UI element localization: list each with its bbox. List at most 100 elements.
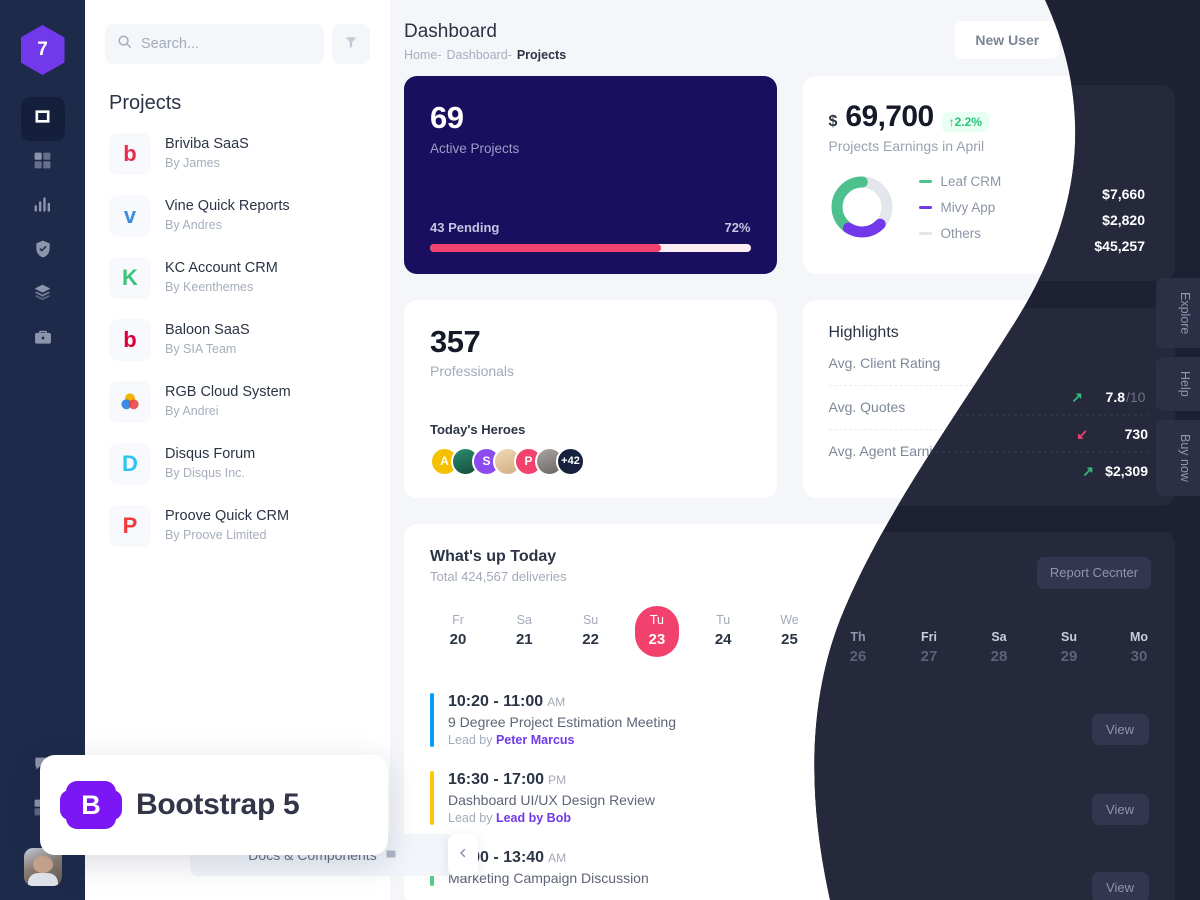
highlight-value-group: ↗ $2,309 [1087, 443, 1149, 460]
external-link-icon [385, 847, 397, 863]
active-projects-card: 69 Active Projects 43 Pending 72% [404, 75, 777, 274]
sidebar-item-analytics[interactable] [21, 185, 65, 229]
list-item[interactable]: D Disqus Forum By Disqus Inc. [105, 433, 370, 495]
new-goal-button[interactable]: New Goal [1067, 20, 1175, 60]
day-item[interactable]: Mo 30 [1099, 606, 1143, 657]
project-name: Baloon SaaS [165, 321, 250, 338]
day-item[interactable]: Sa 21 [502, 606, 546, 657]
day-item[interactable]: Su 22 [569, 606, 613, 657]
event-lead: Lead by Peter Marcus [448, 733, 676, 747]
professionals-card: 357 Professionals Today's Heroes A S P +… [404, 299, 777, 498]
right-column: $ 69,700 ↑2.2% Projects Earnings in Apri… [802, 75, 1175, 498]
project-author: By SIA Team [165, 342, 237, 357]
tab-explore[interactable]: Explore [1156, 278, 1200, 349]
view-button[interactable]: View [1085, 703, 1149, 737]
day-item-active[interactable]: Tu 23 [634, 605, 679, 657]
tab-help[interactable]: Help [1156, 357, 1200, 412]
legend-value: $2,820 [1107, 199, 1149, 215]
app-logo[interactable]: 7 [20, 25, 65, 75]
highlights-card: Highlights Avg. Client Rating ↗ 7.8/10 A… [802, 299, 1175, 498]
list-item[interactable]: P Proove Quick CRM By Proove Limited [105, 495, 370, 557]
list-item[interactable]: b Briviba SaaS By James [105, 123, 370, 185]
day-weekday: Th [848, 612, 864, 627]
briefcase-icon [33, 327, 53, 352]
list-item[interactable]: v Vine Quick Reports By Andres [105, 185, 370, 247]
sidebar-item-layers[interactable] [21, 273, 65, 317]
day-number: 24 [714, 630, 732, 648]
list-item[interactable]: b Baloon SaaS By SIA Team [105, 309, 370, 371]
layers-icon [32, 282, 53, 308]
day-number: 29 [1046, 630, 1064, 648]
legend-label: Others [940, 225, 982, 241]
list-item[interactable]: RGB Cloud System By Andrei [105, 371, 370, 433]
day-item[interactable]: Th 26 [834, 606, 878, 657]
legend-item: Mivy App [918, 200, 1077, 215]
report-center-button[interactable]: Report Cecnter [1028, 547, 1149, 583]
project-logo-icon: P [109, 505, 151, 547]
new-user-button[interactable]: New User [955, 21, 1060, 59]
breadcrumb-item[interactable]: Home- [404, 48, 442, 62]
legend-label: Leaf CRM [940, 173, 1002, 189]
breadcrumb-item[interactable]: Dashboard- [447, 48, 512, 62]
left-column: 69 Active Projects 43 Pending 72% 357 Pr… [404, 75, 777, 498]
sidebar-item-security[interactable] [21, 229, 65, 273]
bootstrap-logo-icon: B [60, 781, 122, 829]
progress-percent: 72% [724, 219, 751, 235]
day-item[interactable]: Su 29 [1033, 606, 1077, 657]
top-actions: New User New Goal [955, 20, 1175, 60]
breadcrumb: Home- Dashboard- Projects [404, 48, 566, 62]
event-lead-prefix: Lead by [448, 810, 496, 825]
list-item[interactable]: K KC Account CRM By Keenthemes [105, 247, 370, 309]
professionals-label: Professionals [430, 362, 515, 379]
day-number: 28 [980, 630, 997, 648]
legend-item: Leaf CRM [918, 173, 1077, 189]
arrow-up-icon: ↗ [1087, 442, 1100, 459]
day-item[interactable]: Fri 27 [900, 606, 944, 657]
project-author: By Proove Limited [165, 528, 267, 543]
day-item[interactable]: Tu 24 [701, 606, 745, 657]
sidebar-item-business[interactable] [21, 317, 65, 361]
cube-icon [32, 106, 53, 132]
filter-button[interactable] [332, 24, 370, 64]
day-weekday: We [780, 612, 799, 627]
earnings-amount-row: $ 69,700 ↑2.2% [829, 100, 1150, 134]
event-color-bar [430, 692, 434, 747]
whats-up-title: What's up Today [430, 547, 557, 565]
event-name: 9 Degree Project Estimation Meeting [448, 713, 676, 730]
day-item[interactable]: Fr 20 [436, 606, 480, 657]
arrow-down-icon: ↙ [1106, 398, 1119, 415]
collapse-panel-button[interactable] [448, 834, 478, 876]
legend-value: $7,660 [1107, 173, 1149, 189]
project-logo-icon: D [109, 443, 151, 485]
list-item: 16:30 - 17:00 PM Dashboard UI/UX Design R… [430, 761, 1149, 839]
breadcrumb-item-current: Projects [516, 47, 567, 62]
main-content: Dashboard Home- Dashboard- Projects New … [390, 0, 1200, 900]
project-logo-icon [109, 381, 151, 423]
sidebar-item-dashboards[interactable] [21, 141, 65, 185]
rail-icon-list [20, 97, 65, 361]
project-author: By Disqus Inc. [165, 466, 245, 481]
tab-buy-now[interactable]: Buy now [1156, 420, 1200, 497]
project-name: Proove Quick CRM [165, 507, 290, 524]
view-button[interactable]: View [1085, 850, 1149, 884]
day-weekday: Su [1047, 612, 1063, 627]
event-ampm: AM [547, 694, 566, 709]
day-item[interactable]: Sa 28 [966, 606, 1010, 657]
day-item[interactable]: We 25 [767, 606, 811, 657]
professionals-count: 357 [430, 323, 481, 359]
project-logo-icon: K [109, 257, 151, 299]
event-name: Marketing Campaign Discussion [448, 869, 649, 886]
highlight-value-group: ↙ 730 [1107, 399, 1149, 416]
day-weekday: Sa [980, 612, 997, 627]
event-lead-name[interactable]: Peter Marcus [496, 733, 575, 747]
event-lead-name[interactable]: Lead by Bob [496, 811, 571, 825]
view-button[interactable]: View [1085, 781, 1149, 815]
table-row: Avg. Quotes ↙ 730 [828, 386, 1149, 430]
highlight-value: 730 [1125, 399, 1149, 416]
bar-chart-icon [33, 195, 52, 219]
avatar-overflow[interactable]: +42 [556, 446, 585, 476]
search-input[interactable]: Search... [105, 24, 324, 64]
sidebar-item-projects[interactable] [20, 97, 65, 141]
earnings-subtitle: Projects Earnings in April [828, 137, 985, 154]
day-weekday: Tu [649, 612, 664, 627]
